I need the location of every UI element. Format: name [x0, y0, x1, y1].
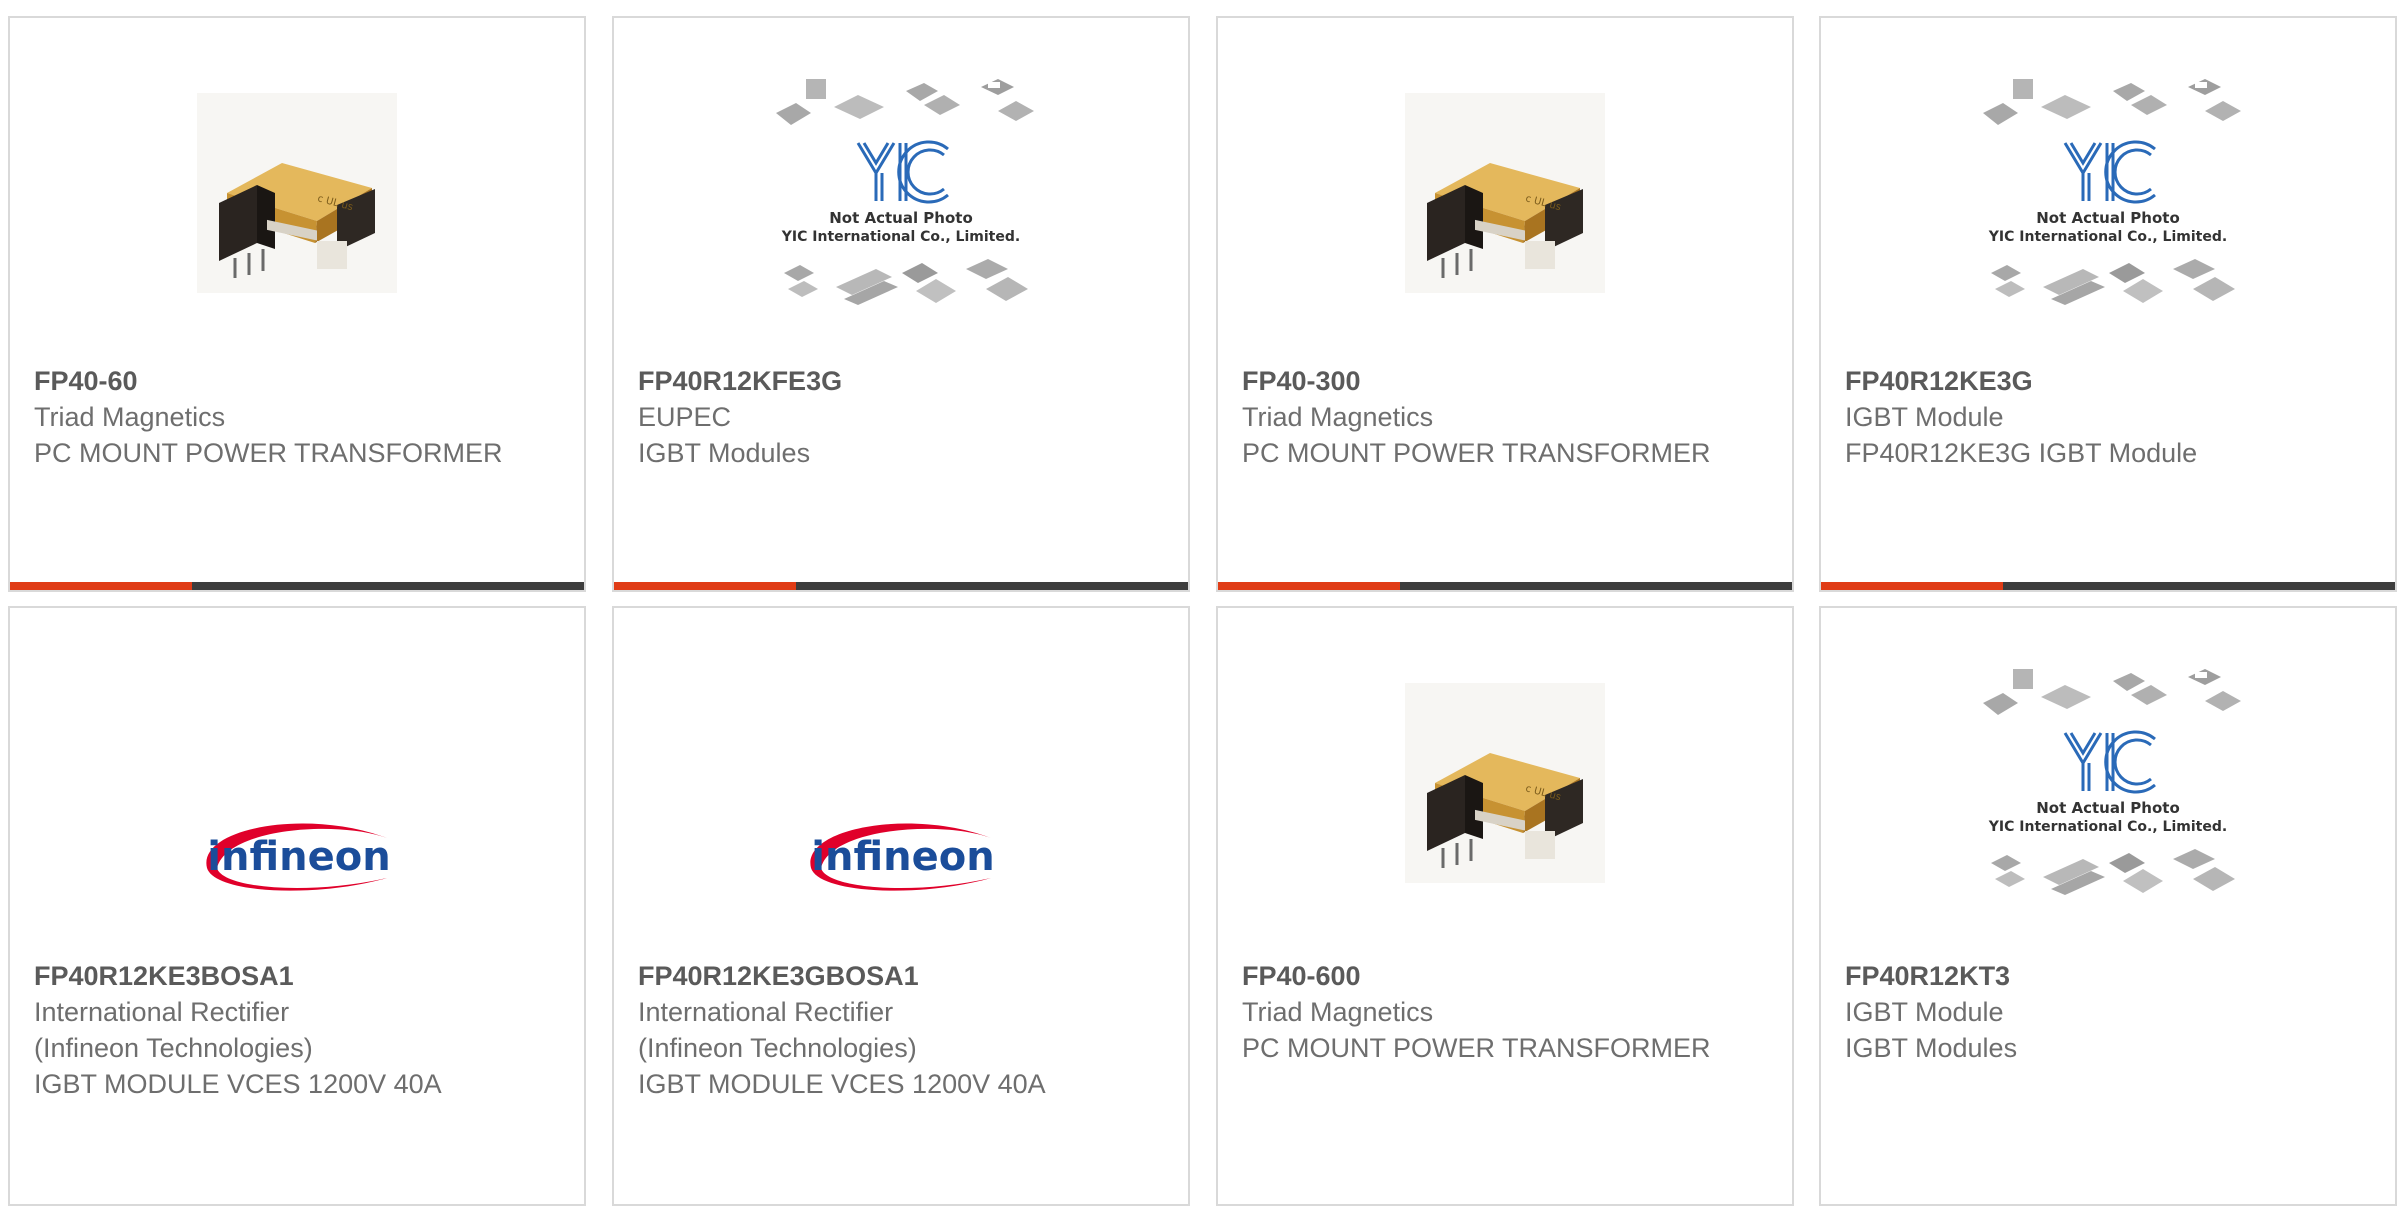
product-card[interactable]: infineon FP40R12KE3BOSA1 International Re…	[8, 606, 586, 1206]
product-info: FP40-60 Triad Magnetics PC MOUNT POWER TRA…	[34, 363, 560, 471]
manufacturer-label: Triad Magnetics	[1242, 402, 1434, 432]
product-card[interactable]: c UL us FP40-300 Triad Magnetics PC MOUNT …	[1216, 16, 1794, 592]
manufacturer-label: International Rectifier (Infineon Technol…	[34, 997, 313, 1063]
product-info: FP40-600 Triad Magnetics PC MOUNT POWER TR…	[1242, 958, 1768, 1066]
part-number-link[interactable]: FP40R12KE3BOSA1	[34, 958, 560, 994]
card-accent-bar	[1821, 582, 2003, 590]
product-card[interactable]: c UL us FP40-600 Triad Magnetics PC MOUNT …	[1216, 606, 1794, 1206]
yic-company-text: YIC International Co., Limited.	[1988, 819, 2227, 835]
part-number-link[interactable]: FP40-600	[1242, 958, 1768, 994]
not-actual-photo-text: Not Actual Photo	[2036, 209, 2180, 227]
description-label: FP40R12KE3G IGBT Module	[1845, 438, 2198, 468]
part-number-link[interactable]: FP40-300	[1242, 363, 1768, 399]
manufacturer-label: Triad Magnetics	[1242, 997, 1434, 1027]
card-bottom-bar	[1218, 582, 1792, 590]
manufacturer-label: International Rectifier (Infineon Technol…	[638, 997, 917, 1063]
manufacturer-label: IGBT Module	[1845, 402, 2004, 432]
product-card[interactable]: infineon FP40R12KE3GBOSA1 International R…	[612, 606, 1190, 1206]
product-info: FP40R12KE3GBOSA1 International Rectifier(…	[638, 958, 1164, 1102]
product-card[interactable]: Not Actual Photo YIC International Co., …	[612, 16, 1190, 592]
description-label: IGBT MODULE VCES 1200V 40A	[34, 1069, 442, 1099]
product-info: FP40R12KE3G IGBT Module FP40R12KE3G IGBT M…	[1845, 363, 2371, 471]
infineon-logo-text: infineon	[811, 834, 994, 880]
description-label: PC MOUNT POWER TRANSFORMER	[1242, 1033, 1711, 1063]
product-info: FP40R12KFE3G EUPEC IGBT Modules	[638, 363, 1164, 471]
description-label: PC MOUNT POWER TRANSFORMER	[1242, 438, 1711, 468]
product-image[interactable]: Not Actual Photo YIC International Co., …	[1821, 608, 2395, 958]
product-card[interactable]: Not Actual Photo YIC International Co., …	[1819, 606, 2397, 1206]
product-image[interactable]: c UL us	[10, 18, 584, 368]
part-number-link[interactable]: FP40R12KFE3G	[638, 363, 1164, 399]
description-label: PC MOUNT POWER TRANSFORMER	[34, 438, 503, 468]
not-actual-photo-text: Not Actual Photo	[829, 209, 973, 227]
product-card[interactable]: Not Actual Photo YIC International Co., …	[1819, 16, 2397, 592]
product-card[interactable]: c UL us FP40-60 Triad Magnetics PC MOUNT P…	[8, 16, 586, 592]
product-info: FP40R12KT3 IGBT Module IGBT Modules	[1845, 958, 2371, 1066]
description-label: IGBT Modules	[638, 438, 811, 468]
part-number-link[interactable]: FP40R12KE3G	[1845, 363, 2371, 399]
product-image[interactable]: c UL us	[1218, 608, 1792, 958]
manufacturer-label: Triad Magnetics	[34, 402, 226, 432]
card-accent-bar	[10, 582, 192, 590]
product-image[interactable]: Not Actual Photo YIC International Co., …	[614, 18, 1188, 368]
product-image[interactable]: c UL us	[1218, 18, 1792, 368]
card-bottom-bar	[1821, 582, 2395, 590]
yic-company-text: YIC International Co., Limited.	[1988, 229, 2227, 245]
not-actual-photo-text: Not Actual Photo	[2036, 799, 2180, 817]
yic-company-text: YIC International Co., Limited.	[781, 229, 1020, 245]
description-label: IGBT Modules	[1845, 1033, 2018, 1063]
part-number-link[interactable]: FP40-60	[34, 363, 560, 399]
product-image[interactable]: Not Actual Photo YIC International Co., …	[1821, 18, 2395, 368]
product-grid: c UL us FP40-60 Triad Magnetics PC MOUNT P…	[0, 0, 2400, 1206]
product-info: FP40R12KE3BOSA1 International Rectifier (I…	[34, 958, 560, 1102]
card-bottom-bar	[10, 582, 584, 590]
part-number-link[interactable]: FP40R12KE3GBOSA1	[638, 958, 1164, 994]
description-label: IGBT MODULE VCES 1200V 40A	[638, 1069, 1046, 1099]
card-accent-bar	[1218, 582, 1400, 590]
infineon-logo-text: infineon	[207, 834, 390, 880]
part-number-link[interactable]: FP40R12KT3	[1845, 958, 2371, 994]
card-bottom-bar	[614, 582, 1188, 590]
product-info: FP40-300 Triad Magnetics PC MOUNT POWER TR…	[1242, 363, 1768, 471]
manufacturer-label: IGBT Module	[1845, 997, 2004, 1027]
manufacturer-label: EUPEC	[638, 402, 732, 432]
card-accent-bar	[614, 582, 796, 590]
